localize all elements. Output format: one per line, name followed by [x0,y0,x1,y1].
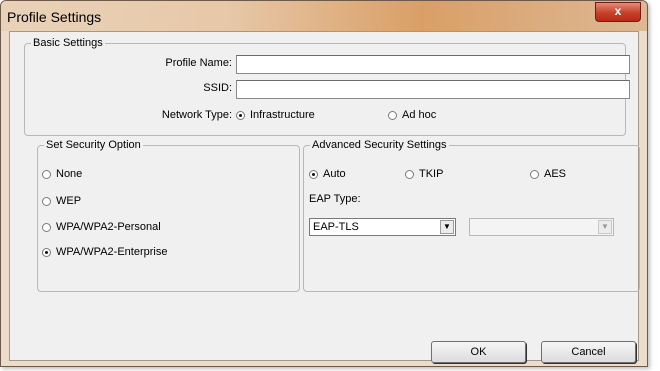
profile-name-input[interactable] [236,55,630,74]
dialog-body: Basic Settings Profile Name: SSID: Netwo… [9,31,640,363]
radio-dot-icon [42,222,51,232]
ok-button[interactable]: OK [431,341,526,363]
radio-label: Auto [323,168,346,180]
radio-infrastructure[interactable]: Infrastructure [236,109,315,121]
radio-dot-icon [309,169,318,179]
security-option-legend: Set Security Option [46,139,141,151]
eap-secondary-select[interactable]: ▼ [469,218,614,236]
security-option-group: Set Security Option [37,140,300,292]
radio-dot-icon [236,110,245,120]
radio-label: TKIP [419,168,444,180]
radio-label: WEP [56,195,82,207]
radio-dot-icon [42,247,51,257]
radio-cipher-aes[interactable]: AES [530,168,566,180]
network-type-label: Network Type: [161,109,232,121]
radio-security-wpa-enterprise[interactable]: WPA/WPA2-Enterprise [42,246,167,258]
basic-settings-legend: Basic Settings [33,37,103,49]
advanced-security-legend: Advanced Security Settings [312,139,447,151]
dropdown-arrow-icon[interactable]: ▼ [598,220,612,234]
cancel-button[interactable]: Cancel [541,341,636,363]
radio-label: WPA/WPA2-Personal [56,221,161,233]
radio-dot-icon [405,169,414,179]
radio-label: None [56,168,83,180]
profile-name-label: Profile Name: [165,57,232,69]
radio-ad-hoc[interactable]: Ad hoc [388,109,436,121]
radio-label: Ad hoc [402,109,437,121]
radio-cipher-auto[interactable]: Auto [309,168,346,180]
dropdown-arrow-icon[interactable]: ▼ [440,220,454,234]
profile-settings-window: Profile Settings x Basic Settings Profil… [0,0,648,367]
radio-dot-icon [388,110,397,120]
close-button[interactable]: x [595,2,641,22]
radio-dot-icon [42,169,51,179]
radio-dot-icon [530,169,539,179]
ssid-input[interactable] [236,80,630,99]
radio-security-wpa-personal[interactable]: WPA/WPA2-Personal [42,221,161,233]
ssid-label: SSID: [203,82,232,94]
radio-security-wep[interactable]: WEP [42,195,81,207]
eap-type-select[interactable]: EAP-TLS ▼ [309,218,456,236]
radio-security-none[interactable]: None [42,168,82,180]
radio-label: Infrastructure [250,109,315,121]
window-title: Profile Settings [7,9,102,25]
advanced-security-group: Advanced Security Settings [303,140,640,292]
close-icon: x [614,4,622,18]
eap-type-value: EAP-TLS [313,221,359,233]
radio-cipher-tkip[interactable]: TKIP [405,168,443,180]
radio-dot-icon [42,196,51,206]
radio-label: AES [544,168,567,180]
radio-label: WPA/WPA2-Enterprise [56,246,168,258]
title-bar[interactable]: Profile Settings x [1,1,647,31]
eap-type-label: EAP Type: [309,193,361,205]
